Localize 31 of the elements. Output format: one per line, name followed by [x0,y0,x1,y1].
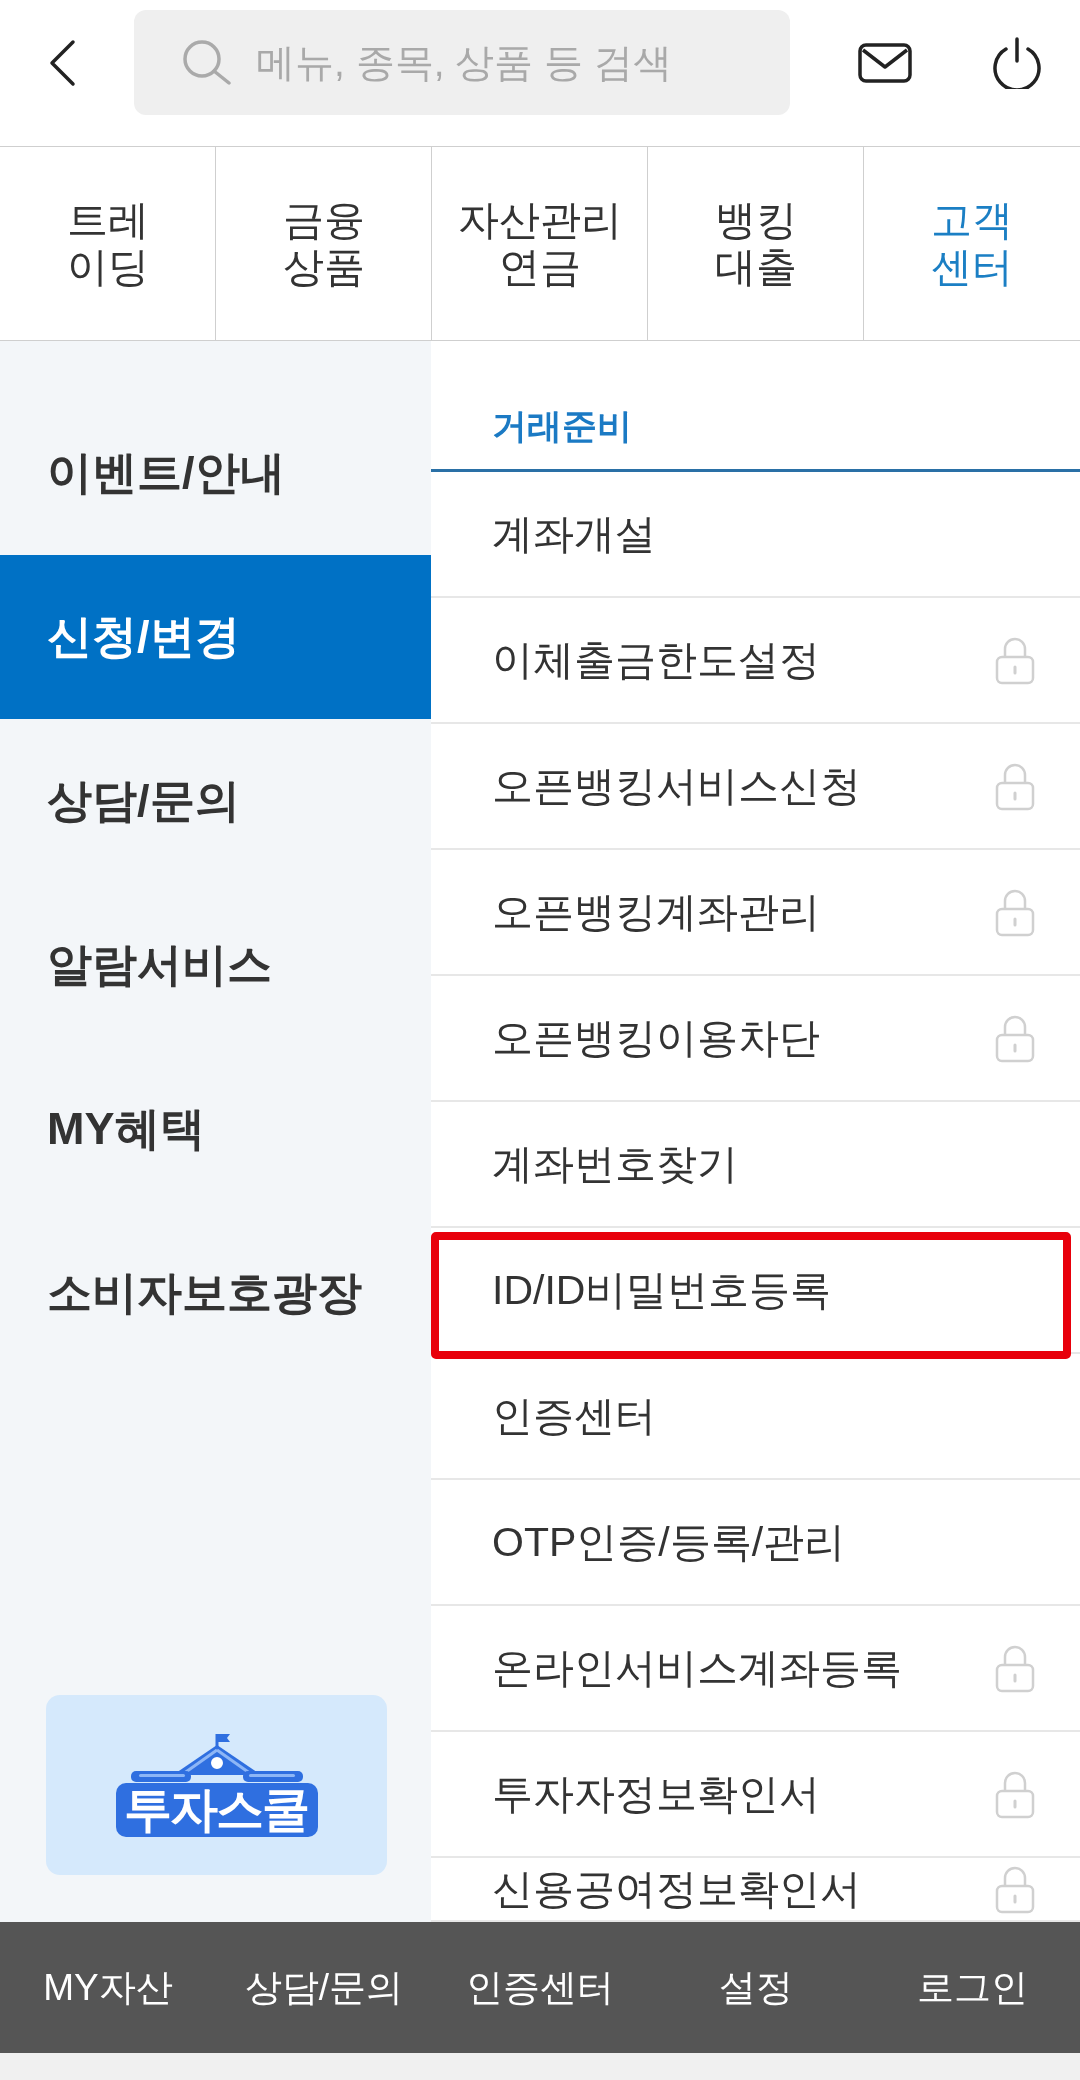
nav-link[interactable]: 상담/문의 [244,1962,404,2013]
nav-link[interactable]: 인증센터 [466,1962,614,2013]
banner-card[interactable]: 투자스쿨 [46,1695,387,1875]
power-icon[interactable] [992,36,1042,89]
menu-item[interactable]: 온라인서비스계좌등록 [431,1606,1080,1732]
nav-link[interactable]: 설정 [719,1962,793,2013]
menu-item[interactable]: OTP인증/등록/관리 [431,1480,1080,1606]
menu-item[interactable]: ID/ID비밀번호등록 [431,1228,1080,1354]
sidebar-item[interactable]: 상담/문의 [0,719,431,883]
sidebar-item[interactable]: 알람서비스 [0,883,431,1047]
sidebar-item[interactable]: 신청/변경 [0,555,431,719]
menu-item[interactable]: 오픈뱅킹서비스신청 [431,724,1080,850]
nav-link[interactable]: 로그인 [916,1962,1028,2013]
sidebar-item[interactable]: 소비자보호광장 [0,1211,431,1375]
sidebar-item[interactable]: MY혜택 [0,1047,431,1211]
menu-item[interactable]: 인증센터 [431,1354,1080,1480]
menu-item[interactable]: 오픈뱅킹계좌관리 [431,850,1080,976]
back-icon[interactable] [48,38,76,87]
search-field[interactable]: 메뉴, 종목, 상품 등 검색 [134,10,790,115]
banner-logo-text: 투자스쿨 [115,1783,318,1837]
section-title: 거래준비 [492,405,632,447]
menu-item[interactable]: 계좌개설 [431,472,1080,598]
menu-item[interactable]: 계좌번호찾기 [431,1102,1080,1228]
nav-link[interactable]: MY자산 [43,1962,173,2013]
menu-item[interactable]: 투자자정보확인서 [431,1732,1080,1858]
sidebar-item[interactable]: 이벤트/안내 [0,391,431,555]
menu-item[interactable]: 이체출금한도설정 [431,598,1080,724]
mail-icon[interactable] [858,42,912,83]
school-building-icon [128,1733,305,1783]
search-icon [182,39,232,85]
menu-item[interactable]: 오픈뱅킹이용차단 [431,976,1080,1102]
